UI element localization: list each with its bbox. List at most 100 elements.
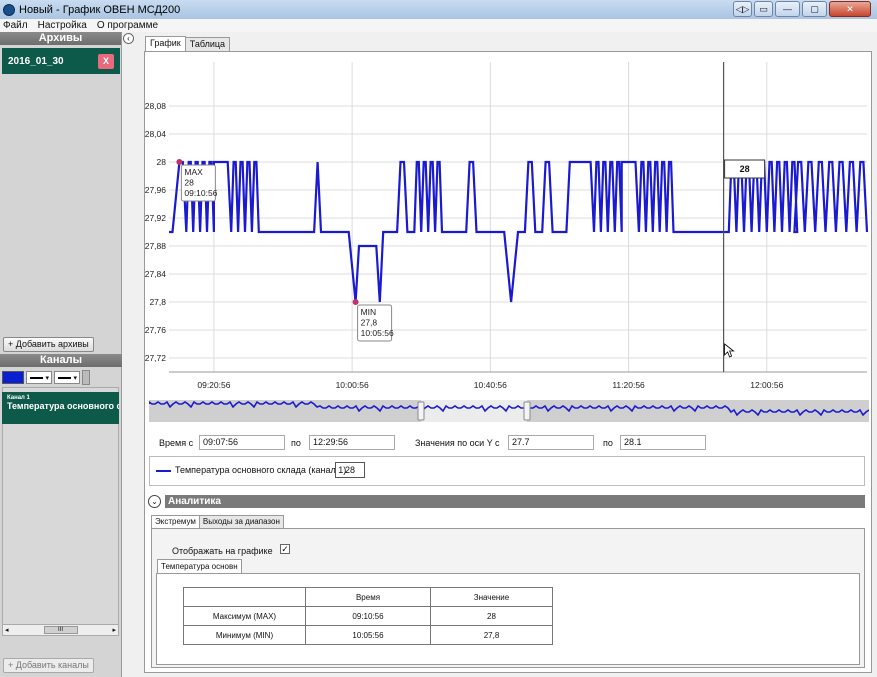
- y-tick-label: 28,08: [145, 101, 166, 111]
- channel-options-button[interactable]: [82, 370, 90, 385]
- time-from-input[interactable]: 09:07:56: [199, 435, 285, 450]
- min-annotation-text: 10:05:56: [361, 328, 394, 338]
- close-button[interactable]: ✕: [829, 1, 871, 17]
- y-tick-label: 27,88: [145, 241, 166, 251]
- menu-settings[interactable]: Настройка: [38, 20, 87, 31]
- table-header-empty: [183, 587, 306, 607]
- add-archives-button[interactable]: + Добавить архивы: [3, 337, 94, 352]
- table-cell: Максимум (MAX): [183, 606, 306, 626]
- extremum-panel: Время Значение Максимум (MAX) 09:10:56 2…: [156, 573, 860, 665]
- max-annotation-text: MAX: [184, 167, 203, 177]
- overview-right-handle[interactable]: [523, 401, 531, 421]
- legend-value: 28: [335, 462, 365, 478]
- chart-panel: 27,72 27,76 27,8 27,84 27,88 27,92 27,96 28 28,0…: [144, 51, 872, 673]
- min-marker: [352, 299, 359, 305]
- menu-about[interactable]: О программе: [97, 20, 158, 31]
- y-tick-label: 27,92: [145, 213, 166, 223]
- archives-header: Архивы: [0, 32, 121, 45]
- table-row: Минимум (MIN) 10:05:56 27,8: [183, 625, 553, 645]
- x-tick-label: 09:20:56: [197, 380, 230, 390]
- scroll-right-icon[interactable]: ▸: [112, 626, 116, 634]
- maximize-button[interactable]: ▢: [802, 1, 827, 17]
- tab-channel[interactable]: Температура основн: [157, 559, 242, 573]
- view-tabs: График Таблица: [145, 36, 231, 52]
- analytics-panel: Отображать на графике ✓ Температура осно…: [151, 528, 865, 668]
- min-annotation-text: 27,8: [361, 318, 378, 328]
- max-marker: [176, 159, 183, 165]
- tab-chart[interactable]: График: [145, 36, 186, 51]
- archive-item[interactable]: 2016_01_30 X: [2, 48, 120, 74]
- min-annotation-text: MIN: [361, 307, 377, 317]
- y-to-input[interactable]: 28.1: [620, 435, 706, 450]
- line-width-dropdown[interactable]: ▾: [54, 371, 80, 384]
- mouse-pointer-icon: [724, 343, 735, 358]
- x-tick-label: 11:20:56: [612, 380, 645, 390]
- analytics-tabs: Экстремум Выходы за диапазон: [151, 515, 284, 528]
- time-to-input[interactable]: 12:29:56: [309, 435, 395, 450]
- window-title: Новый - График ОВЕН МСД200: [19, 3, 181, 16]
- y-from-input[interactable]: 27.7: [508, 435, 594, 450]
- analytics-header[interactable]: Аналитика: [165, 495, 865, 508]
- table-cell: 09:10:56: [305, 606, 431, 626]
- table-cell: 10:05:56: [305, 625, 431, 645]
- y-tick-label: 28,04: [145, 129, 166, 139]
- time-from-label: Время с: [159, 438, 194, 448]
- y-range-label: Значения по оси Y с: [415, 438, 500, 448]
- show-on-chart-checkbox[interactable]: ✓: [280, 544, 290, 554]
- scroll-left-icon[interactable]: ◂: [5, 626, 9, 634]
- channel-item-name: Температура основного склада: [7, 401, 119, 411]
- temperature-chart[interactable]: 27,72 27,76 27,8 27,84 27,88 27,92 27,96 28 28,0…: [145, 52, 871, 397]
- y-tick-label: 28: [157, 157, 167, 167]
- channels-header: Каналы: [0, 354, 122, 367]
- menu-file[interactable]: Файл: [3, 20, 28, 31]
- y-to-label: по: [603, 438, 613, 448]
- table-row: Максимум (MAX) 09:10:56 28: [183, 606, 553, 626]
- y-tick-label: 27,76: [145, 325, 166, 335]
- menu-bar: Файл Настройка О программе: [0, 19, 877, 32]
- legend-line-swatch: [156, 470, 171, 472]
- tab-extremum[interactable]: Экстремум: [151, 515, 200, 528]
- time-to-label: по: [291, 438, 301, 448]
- tab-table[interactable]: Таблица: [184, 37, 231, 51]
- collapse-sidebar-icon[interactable]: ‹: [123, 33, 134, 44]
- back-icon[interactable]: ◁▷: [733, 1, 752, 17]
- max-annotation-text: 09:10:56: [184, 188, 217, 198]
- app-icon: [3, 3, 15, 16]
- legend-label: Температура основного склада (канал 1): [175, 465, 347, 475]
- channel-item[interactable]: Канал 1 Температура основного склада: [2, 392, 119, 424]
- series-line: [169, 160, 869, 303]
- main-area: График Таблица 27,72 27,76 27,8 27,84 27,88 2…: [137, 32, 877, 677]
- tab-out-of-range[interactable]: Выходы за диапазон: [198, 515, 284, 528]
- analytics-collapse-icon[interactable]: ⌄: [148, 495, 161, 508]
- table-cell: 27,8: [430, 625, 553, 645]
- title-bar: Новый - График ОВЕН МСД200 ◁▷ ▭ — ▢ ✕: [0, 0, 877, 19]
- sidebar: Архивы 2016_01_30 X + Добавить архивы Ка…: [0, 32, 122, 677]
- layout-icon[interactable]: ▭: [754, 1, 773, 17]
- table-header-value: Значение: [430, 587, 553, 607]
- archive-close-button[interactable]: X: [98, 53, 114, 69]
- overview-left-handle[interactable]: [417, 401, 425, 421]
- x-tick-label: 12:00:56: [750, 380, 783, 390]
- archive-item-label: 2016_01_30: [8, 55, 64, 67]
- overview-slider[interactable]: [149, 400, 869, 422]
- x-tick-label: 10:40:56: [474, 380, 507, 390]
- y-tick-label: 27,96: [145, 185, 166, 195]
- y-tick-label: 27,84: [145, 269, 166, 279]
- archives-list: 2016_01_30 X: [0, 45, 122, 335]
- show-on-chart-label: Отображать на графике: [172, 546, 273, 556]
- channels-scrollbar[interactable]: ◂ III ▸: [2, 624, 119, 636]
- table-cell: 28: [430, 606, 553, 626]
- add-channels-button[interactable]: + Добавить каналы: [3, 658, 94, 673]
- line-style-dropdown[interactable]: ▾: [26, 371, 52, 384]
- scroll-thumb[interactable]: III: [43, 626, 78, 634]
- channel-style-tools: ▾ ▾: [2, 370, 90, 385]
- y-tick-label: 27,8: [149, 297, 166, 307]
- table-cell: Минимум (MIN): [183, 625, 306, 645]
- minimize-button[interactable]: —: [775, 1, 800, 17]
- channel-color-picker[interactable]: [2, 371, 24, 384]
- table-header-time: Время: [305, 587, 431, 607]
- extremum-table: Время Значение Максимум (MAX) 09:10:56 2…: [183, 587, 553, 645]
- x-tick-label: 10:00:56: [336, 380, 369, 390]
- y-tick-label: 27,72: [145, 353, 166, 363]
- legend: Температура основного склада (канал 1) 2…: [149, 456, 865, 486]
